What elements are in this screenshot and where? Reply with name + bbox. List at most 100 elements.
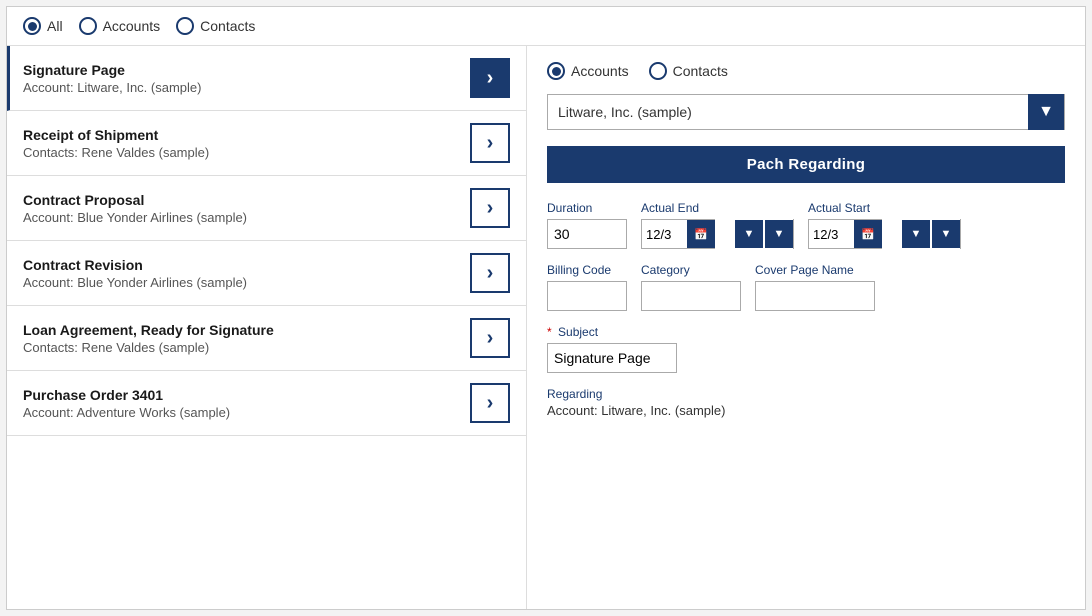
list-item[interactable]: Loan Agreement, Ready for SignatureConta… xyxy=(7,306,526,371)
actual-end-time-btn[interactable]: ▼ xyxy=(735,220,763,248)
list-item-content: Loan Agreement, Ready for SignatureConta… xyxy=(23,322,470,355)
list-item-content: Signature Page Account: Litware, Inc. (sa… xyxy=(23,62,470,95)
chevron-down-icon: ▼ xyxy=(1038,103,1054,121)
fields-row-2: Billing Code Category Cover Page Name xyxy=(547,263,1065,311)
required-star: * xyxy=(547,325,552,339)
main-container: All Accounts Contacts Signature Page Acco… xyxy=(6,6,1086,610)
chevron-right-icon: › xyxy=(487,132,494,155)
actual-start-date-field: 📅 ▼ ▼ xyxy=(808,219,961,249)
calendar-icon: 📅 xyxy=(694,228,708,241)
cover-page-input[interactable] xyxy=(755,281,875,311)
list-item-title: Contract Revision xyxy=(23,257,470,273)
duration-input[interactable] xyxy=(547,219,627,249)
actual-end-date-field: 📅 ▼ ▼ xyxy=(641,219,794,249)
right-radio-accounts-label: Accounts xyxy=(571,63,629,79)
radio-contacts-top-label: Contacts xyxy=(200,18,255,34)
list-item-content: Contract Proposal Account: Blue Yonder Ai… xyxy=(23,192,470,225)
list-item-content: Contract RevisionAccount: Blue Yonder Ai… xyxy=(23,257,470,290)
actual-end-date-input[interactable] xyxy=(642,227,687,242)
list-item[interactable]: Receipt of Shipment Contacts: Rene Valdes… xyxy=(7,111,526,176)
list-item[interactable]: Contract RevisionAccount: Blue Yonder Ai… xyxy=(7,241,526,306)
regarding-section: Regarding Account: Litware, Inc. (sample… xyxy=(547,387,1065,418)
list-item-chevron-btn[interactable]: › xyxy=(470,188,510,228)
radio-all-circle xyxy=(23,17,41,35)
fields-row-1: Duration Actual End 📅 ▼ xyxy=(547,201,1065,249)
top-radio-group: All Accounts Contacts xyxy=(23,17,255,35)
category-input[interactable] xyxy=(641,281,741,311)
list-item-chevron-btn[interactable]: › xyxy=(470,58,510,98)
list-item-title: Contract Proposal xyxy=(23,192,470,208)
right-radio-contacts-label: Contacts xyxy=(673,63,728,79)
radio-all-label: All xyxy=(47,18,63,34)
radio-accounts-top[interactable]: Accounts xyxy=(79,17,161,35)
chevron-down-icon-5: ▼ xyxy=(941,228,952,240)
billing-code-group: Billing Code xyxy=(547,263,627,311)
regarding-label: Regarding xyxy=(547,387,1065,401)
billing-code-input[interactable] xyxy=(547,281,627,311)
actual-end-group: Actual End 📅 ▼ ▼ xyxy=(641,201,794,249)
actual-start-calendar-btn[interactable]: 📅 xyxy=(854,220,882,248)
actual-end-calendar-btn[interactable]: 📅 xyxy=(687,220,715,248)
subject-input[interactable] xyxy=(547,343,677,373)
chevron-down-icon-2: ▼ xyxy=(744,228,755,240)
actual-end-time-btn2[interactable]: ▼ xyxy=(765,220,793,248)
list-item-sub: Contacts: Rene Valdes (sample) xyxy=(23,340,470,355)
top-bar: All Accounts Contacts xyxy=(7,7,1085,46)
list-item-chevron-btn[interactable]: › xyxy=(470,253,510,293)
right-panel: Accounts Contacts Litware, Inc. (sample)… xyxy=(527,46,1085,609)
actual-start-label: Actual Start xyxy=(808,201,961,215)
dropdown-arrow-btn[interactable]: ▼ xyxy=(1028,94,1064,130)
list-item-chevron-btn[interactable]: › xyxy=(470,123,510,163)
pach-regarding-button[interactable]: Pach Regarding xyxy=(547,146,1065,183)
duration-group: Duration xyxy=(547,201,627,249)
cover-page-label: Cover Page Name xyxy=(755,263,875,277)
chevron-right-icon: › xyxy=(487,67,494,90)
list-item-title: Receipt of Shipment xyxy=(23,127,470,143)
chevron-down-icon-4: ▼ xyxy=(911,228,922,240)
radio-contacts-top-circle xyxy=(176,17,194,35)
list-item-content: Purchase Order 3401 Account: Adventure Wo… xyxy=(23,387,470,420)
chevron-right-icon: › xyxy=(487,262,494,285)
list-item[interactable]: Contract Proposal Account: Blue Yonder Ai… xyxy=(7,176,526,241)
actual-start-time-input[interactable] xyxy=(882,227,902,241)
list-item-chevron-btn[interactable]: › xyxy=(470,383,510,423)
actual-end-time-input[interactable] xyxy=(715,227,735,241)
list-item[interactable]: Signature Page Account: Litware, Inc. (sa… xyxy=(7,46,526,111)
actual-start-date-input[interactable] xyxy=(809,227,854,242)
actual-start-group: Actual Start 📅 ▼ ▼ xyxy=(808,201,961,249)
list-item-content: Receipt of Shipment Contacts: Rene Valdes… xyxy=(23,127,470,160)
right-radio-group: Accounts Contacts xyxy=(547,62,1065,80)
right-radio-contacts[interactable]: Contacts xyxy=(649,62,728,80)
right-radio-contacts-circle xyxy=(649,62,667,80)
cover-page-group: Cover Page Name xyxy=(755,263,875,311)
account-dropdown[interactable]: Litware, Inc. (sample) ▼ xyxy=(547,94,1065,130)
radio-accounts-top-label: Accounts xyxy=(103,18,161,34)
chevron-right-icon: › xyxy=(487,392,494,415)
list-item-title: Purchase Order 3401 xyxy=(23,387,470,403)
duration-label: Duration xyxy=(547,201,627,215)
list-item-title: Signature Page xyxy=(23,62,470,78)
radio-contacts-top[interactable]: Contacts xyxy=(176,17,255,35)
list-item[interactable]: Purchase Order 3401 Account: Adventure Wo… xyxy=(7,371,526,436)
radio-all[interactable]: All xyxy=(23,17,63,35)
actual-end-label: Actual End xyxy=(641,201,794,215)
list-item-sub: Contacts: Rene Valdes (sample) xyxy=(23,145,470,160)
radio-accounts-top-circle xyxy=(79,17,97,35)
list-item-sub: Account: Adventure Works (sample) xyxy=(23,405,470,420)
subject-label: * Subject xyxy=(547,325,1065,339)
list-item-chevron-btn[interactable]: › xyxy=(470,318,510,358)
actual-start-time-btn2[interactable]: ▼ xyxy=(932,220,960,248)
chevron-right-icon: › xyxy=(487,327,494,350)
actual-start-time-group: ▼ ▼ xyxy=(882,219,960,249)
billing-code-label: Billing Code xyxy=(547,263,627,277)
list-item-sub: Account: Litware, Inc. (sample) xyxy=(23,80,470,95)
right-radio-accounts-circle xyxy=(547,62,565,80)
list-item-sub: Account: Blue Yonder Airlines (sample) xyxy=(23,210,470,225)
regarding-value: Account: Litware, Inc. (sample) xyxy=(547,403,1065,418)
actual-start-time-btn[interactable]: ▼ xyxy=(902,220,930,248)
right-radio-accounts[interactable]: Accounts xyxy=(547,62,629,80)
subject-group: * Subject xyxy=(547,325,1065,373)
content-area: Signature Page Account: Litware, Inc. (sa… xyxy=(7,46,1085,609)
category-label: Category xyxy=(641,263,741,277)
chevron-down-icon-3: ▼ xyxy=(774,228,785,240)
